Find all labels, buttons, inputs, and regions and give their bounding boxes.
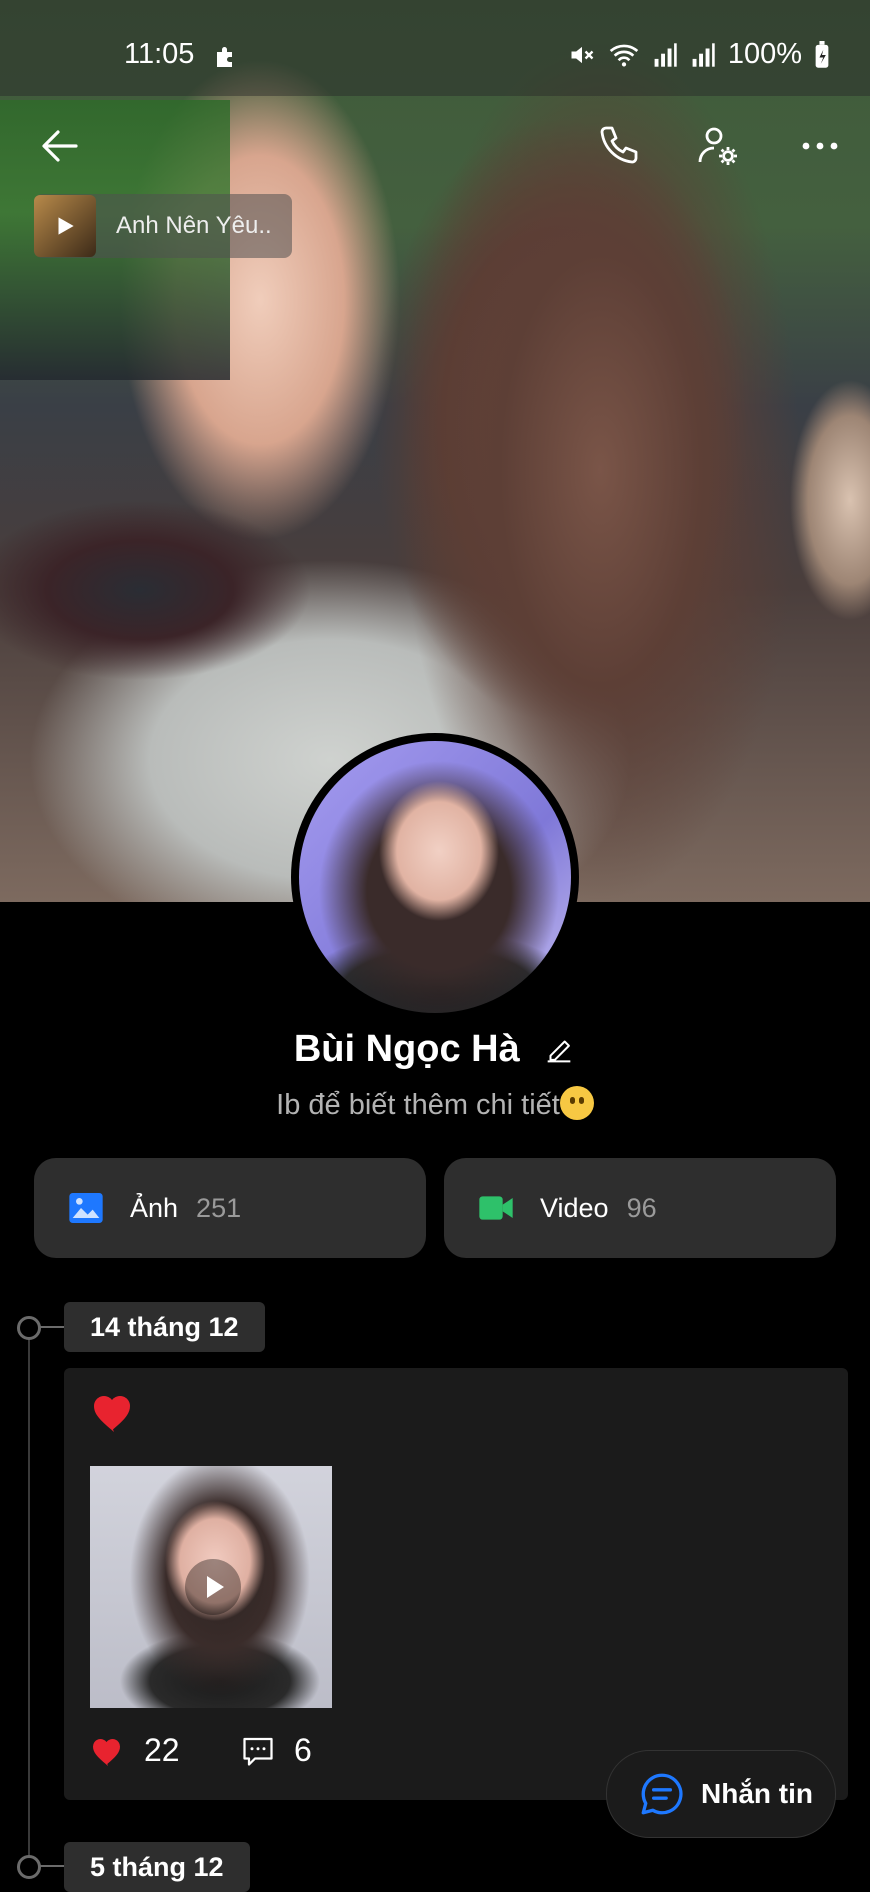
user-settings-icon[interactable] — [694, 122, 742, 170]
status-time: 11:05 — [124, 38, 195, 70]
heart-icon — [93, 1738, 120, 1766]
video-thumbnail[interactable] — [90, 1466, 332, 1708]
cover-bg-motorbike — [0, 470, 340, 730]
avatar[interactable] — [291, 733, 579, 1021]
profile-name: Bùi Ngọc Hà — [293, 1028, 520, 1070]
puzzle-icon — [217, 47, 232, 67]
profile-music-chip[interactable]: Anh Nên Yêu.. — [34, 194, 292, 258]
chat-bubble-icon — [641, 1773, 683, 1815]
video-camera-icon — [479, 1196, 513, 1220]
timeline-post[interactable]: 22 6 — [64, 1368, 848, 1800]
timeline-dot — [17, 1855, 41, 1879]
emoji-icon — [559, 1086, 594, 1120]
battery-percent: 100% — [727, 38, 802, 70]
music-thumbnail — [34, 195, 96, 257]
cover-bg-right — [790, 380, 870, 700]
videos-button[interactable]: Video 96 — [444, 1158, 836, 1258]
photos-label: Ảnh — [130, 1192, 179, 1223]
music-title: Anh Nên Yêu.. — [116, 212, 272, 239]
signal-icon — [654, 42, 677, 67]
profile-name-row: Bùi Ngọc Hà — [0, 1028, 870, 1071]
battery-icon — [815, 40, 829, 68]
status-bar: 11:05 100% — [0, 30, 870, 86]
mute-icon — [571, 46, 594, 63]
photos-button[interactable]: Ảnh 251 — [34, 1158, 426, 1258]
comment-icon — [243, 1737, 273, 1766]
comment-count-button[interactable]: 6 — [240, 1732, 312, 1769]
post-date: 14 tháng 12 — [90, 1311, 239, 1342]
videos-label: Video — [540, 1192, 609, 1223]
edit-pencil-icon[interactable] — [542, 1033, 576, 1067]
comment-count: 6 — [294, 1732, 312, 1768]
profile-bio-text: Ib để biết thêm chi tiết — [276, 1089, 560, 1121]
play-button[interactable] — [185, 1559, 241, 1615]
timeline-connector — [40, 1865, 64, 1867]
avatar-photo — [299, 741, 571, 1013]
more-icon[interactable] — [796, 122, 844, 170]
like-count: 22 — [144, 1732, 180, 1768]
message-label: Nhắn tin — [701, 1778, 813, 1809]
timeline-line — [28, 1326, 30, 1866]
timeline-date-chip: 5 tháng 12 — [64, 1842, 250, 1892]
next-post-date: 5 tháng 12 — [90, 1851, 224, 1882]
wifi-icon — [609, 44, 639, 66]
heart-emoji-icon — [94, 1396, 130, 1432]
message-button[interactable]: Nhắn tin — [606, 1750, 836, 1838]
phone-icon[interactable] — [594, 122, 642, 170]
play-icon — [58, 217, 74, 235]
signal-icon — [692, 42, 715, 67]
timeline-dot — [17, 1316, 41, 1340]
like-count-button[interactable]: 22 — [90, 1732, 180, 1769]
timeline-date-chip: 14 tháng 12 — [64, 1302, 265, 1352]
photo-gallery-icon — [69, 1193, 103, 1223]
back-arrow-icon[interactable] — [36, 122, 84, 170]
timeline-connector — [40, 1326, 64, 1328]
photos-count: 251 — [196, 1192, 242, 1223]
play-icon — [207, 1576, 224, 1598]
profile-bio: Ib để biết thêm chi tiết — [0, 1086, 870, 1122]
videos-count: 96 — [626, 1192, 657, 1223]
